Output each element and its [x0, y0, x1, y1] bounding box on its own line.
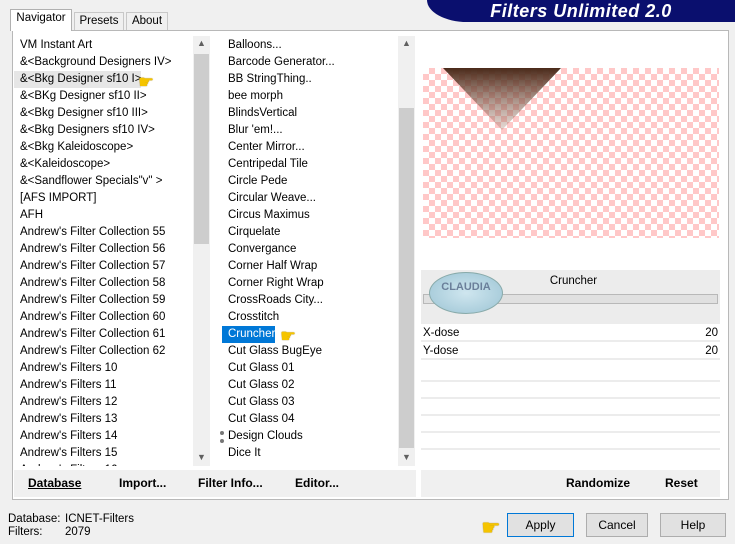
- list-item[interactable]: Andrew's Filters 10: [14, 360, 117, 377]
- list-item[interactable]: Cut Glass 04: [222, 411, 294, 428]
- list-item[interactable]: Cut Glass BugEye: [222, 343, 322, 360]
- pointing-hand-icon: ☛: [138, 72, 155, 92]
- list-item[interactable]: Cut Glass 01: [222, 360, 294, 377]
- database-button[interactable]: Database: [28, 470, 81, 497]
- list-item[interactable]: Andrew's Filters 11: [14, 377, 117, 394]
- category-scrollbar[interactable]: ▲ ▼: [193, 36, 210, 466]
- list-item[interactable]: &<Sandflower Specials"v" >: [14, 173, 162, 190]
- list-item[interactable]: Crosstitch: [222, 309, 279, 326]
- list-item[interactable]: Design Clouds: [222, 428, 303, 445]
- database-label: Database:: [8, 513, 61, 525]
- divider: [421, 397, 720, 399]
- list-item[interactable]: Centripedal Tile: [222, 156, 308, 173]
- list-item[interactable]: &<Kaleidoscope>: [14, 156, 110, 173]
- list-item[interactable]: Corner Half Wrap: [222, 258, 317, 275]
- list-item[interactable]: CrossRoads City...: [222, 292, 323, 309]
- filter-info-button[interactable]: Filter Info...: [198, 470, 263, 497]
- param-label: X-dose: [423, 327, 460, 339]
- list-item[interactable]: Corner Right Wrap: [222, 275, 324, 292]
- list-item[interactable]: [AFS IMPORT]: [14, 190, 96, 207]
- list-item[interactable]: &<Bkg Kaleidoscope>: [14, 139, 133, 156]
- tab-about[interactable]: About: [126, 12, 168, 31]
- import-button[interactable]: Import...: [119, 470, 166, 497]
- apply-button[interactable]: Apply: [507, 513, 574, 537]
- param-button-bar: Randomize Reset: [421, 470, 720, 497]
- list-item[interactable]: Andrew's Filters 12: [14, 394, 117, 411]
- help-button[interactable]: Help: [660, 513, 726, 537]
- editor-button[interactable]: Editor...: [295, 470, 339, 497]
- list-item[interactable]: BB StringThing..: [222, 71, 312, 88]
- param-value[interactable]: 20: [705, 343, 718, 360]
- list-item[interactable]: &<Background Designers IV>: [14, 54, 172, 71]
- param-label: Y-dose: [423, 345, 459, 357]
- filters-count-label: Filters:: [8, 526, 43, 538]
- list-item[interactable]: Center Mirror...: [222, 139, 305, 156]
- list-item[interactable]: Andrew's Filter Collection 58: [14, 275, 165, 292]
- pointing-hand-icon: ☛: [481, 515, 501, 540]
- list-item[interactable]: Cut Glass 03: [222, 394, 294, 411]
- list-item[interactable]: Circus Maximus: [222, 207, 310, 224]
- list-item[interactable]: Dice It: [222, 445, 261, 462]
- list-item[interactable]: Andrew's Filter Collection 62: [14, 343, 165, 360]
- list-item[interactable]: Andrew's Filters 14: [14, 428, 117, 445]
- list-item[interactable]: Andrew's Filter Collection 60: [14, 309, 165, 326]
- tab-navigator[interactable]: Navigator: [10, 9, 72, 31]
- list-item[interactable]: VM Instant Art: [14, 37, 92, 54]
- list-item[interactable]: Blur 'em!...: [222, 122, 283, 139]
- list-item[interactable]: Andrew's Filter Collection 57: [14, 258, 165, 275]
- divider: [421, 380, 720, 382]
- list-item[interactable]: AFH: [14, 207, 43, 224]
- param-value[interactable]: 20: [705, 325, 718, 342]
- scroll-thumb[interactable]: [399, 108, 414, 448]
- divider: [421, 448, 720, 450]
- scroll-up-icon[interactable]: ▲: [398, 38, 415, 48]
- cancel-button[interactable]: Cancel: [586, 513, 648, 537]
- list-item[interactable]: Andrew's Filter Collection 61: [14, 326, 165, 343]
- list-item[interactable]: Andrew's Filter Collection 55: [14, 224, 165, 241]
- list-item[interactable]: Cruncher: [222, 326, 276, 343]
- scroll-thumb[interactable]: [194, 54, 209, 244]
- list-item[interactable]: Andrew's Filter Collection 59: [14, 292, 165, 309]
- divider: [421, 414, 720, 416]
- category-list[interactable]: VM Instant Art &<Background Designers IV>…: [14, 36, 194, 466]
- drag-grip-icon: [220, 431, 224, 443]
- param-row-y-dose[interactable]: Y-dose 20: [421, 343, 720, 360]
- tab-presets[interactable]: Presets: [74, 12, 124, 31]
- list-item[interactable]: Cirquelate: [222, 224, 280, 241]
- filters-count-value: 2079: [65, 526, 91, 538]
- list-item[interactable]: Cut Glass 02: [222, 377, 294, 394]
- title-banner: Filters Unlimited 2.0: [427, 0, 735, 22]
- divider: [421, 431, 720, 433]
- filter-list[interactable]: Balloons... Barcode Generator... BB String…: [222, 36, 398, 466]
- list-item[interactable]: Andrew's Filter Collection 56: [14, 241, 165, 258]
- list-item[interactable]: Andrew's Filters 16: [14, 462, 117, 466]
- list-item[interactable]: Barcode Generator...: [222, 54, 335, 71]
- list-item[interactable]: Circle Pede: [222, 173, 287, 190]
- randomize-button[interactable]: Randomize: [566, 470, 630, 497]
- list-button-bar: Database Import... Filter Info... Editor…: [14, 470, 416, 497]
- list-item[interactable]: &<Bkg Designer sf10 I>: [14, 71, 142, 88]
- filter-header: Cruncher CLAUDIA: [421, 270, 720, 324]
- filter-scrollbar[interactable]: ▲ ▼: [398, 36, 415, 466]
- list-item[interactable]: &<BKg Designer sf10 II>: [14, 88, 147, 105]
- list-item[interactable]: Andrew's Filters 13: [14, 411, 117, 428]
- list-item[interactable]: BlindsVertical: [222, 105, 297, 122]
- watermark-logo: CLAUDIA: [429, 272, 503, 314]
- list-item[interactable]: bee morph: [222, 88, 283, 105]
- list-item[interactable]: Convergance: [222, 241, 296, 258]
- reset-button[interactable]: Reset: [665, 470, 698, 497]
- list-item[interactable]: &<Bkg Designer sf10 III>: [14, 105, 148, 122]
- database-value: ICNET-Filters: [65, 513, 134, 525]
- list-item[interactable]: Circular Weave...: [222, 190, 316, 207]
- scroll-down-icon[interactable]: ▼: [193, 452, 210, 462]
- list-item[interactable]: Balloons...: [222, 37, 282, 54]
- pointing-hand-icon: ☛: [280, 326, 297, 346]
- list-item[interactable]: Andrew's Filters 15: [14, 445, 117, 462]
- scroll-down-icon[interactable]: ▼: [398, 452, 415, 462]
- preview-image: [423, 68, 719, 238]
- list-item[interactable]: &<Bkg Designers sf10 IV>: [14, 122, 155, 139]
- param-row-x-dose[interactable]: X-dose 20: [421, 325, 720, 342]
- scroll-up-icon[interactable]: ▲: [193, 38, 210, 48]
